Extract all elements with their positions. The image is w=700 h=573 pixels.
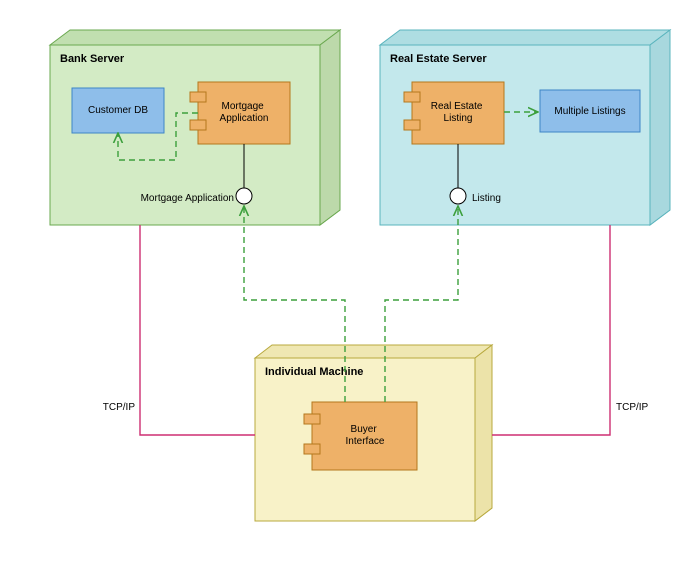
multiple-listings-label: Multiple Listings — [554, 106, 625, 117]
customer-db-label: Customer DB — [88, 105, 148, 116]
bank-server-node: Bank Server Customer DB Mortgage Applica… — [50, 30, 340, 225]
real-estate-title: Real Estate Server — [390, 53, 487, 65]
svg-text:Mortgage Application: Mortgage Application — [220, 101, 269, 124]
listing-interface-label: Listing — [472, 193, 501, 204]
tcpip-link-right: TCP/IP — [492, 225, 649, 435]
buyer-label-l1: Buyer — [351, 424, 378, 435]
mortgage-app-label-l1: Mortgage — [221, 101, 264, 112]
individual-machine-title: Individual Machine — [265, 366, 363, 378]
buyer-interface-component: Buyer Interface — [304, 402, 417, 470]
rel-label-l2: Listing — [444, 113, 473, 124]
real-estate-server-node: Real Estate Server Real Estate Listing L… — [380, 30, 670, 225]
tcpip-left-label: TCP/IP — [103, 402, 136, 413]
mortgage-interface-label: Mortgage Application — [141, 193, 234, 204]
svg-text:Buyer Interface: Buyer Interface — [346, 424, 385, 447]
tcpip-right-label: TCP/IP — [616, 402, 649, 413]
rel-label-l1: Real Estate — [431, 101, 483, 112]
buyer-label-l2: Interface — [346, 436, 385, 447]
deployment-diagram: Bank Server Customer DB Mortgage Applica… — [0, 0, 700, 573]
multiple-listings-component: Multiple Listings — [540, 90, 640, 132]
customer-db-component: Customer DB — [72, 88, 164, 133]
mortgage-app-label-l2: Application — [220, 113, 269, 124]
tcpip-link-left: TCP/IP — [103, 225, 255, 435]
individual-machine-node: Individual Machine Buyer Interface — [255, 345, 492, 521]
bank-server-title: Bank Server — [60, 53, 125, 65]
